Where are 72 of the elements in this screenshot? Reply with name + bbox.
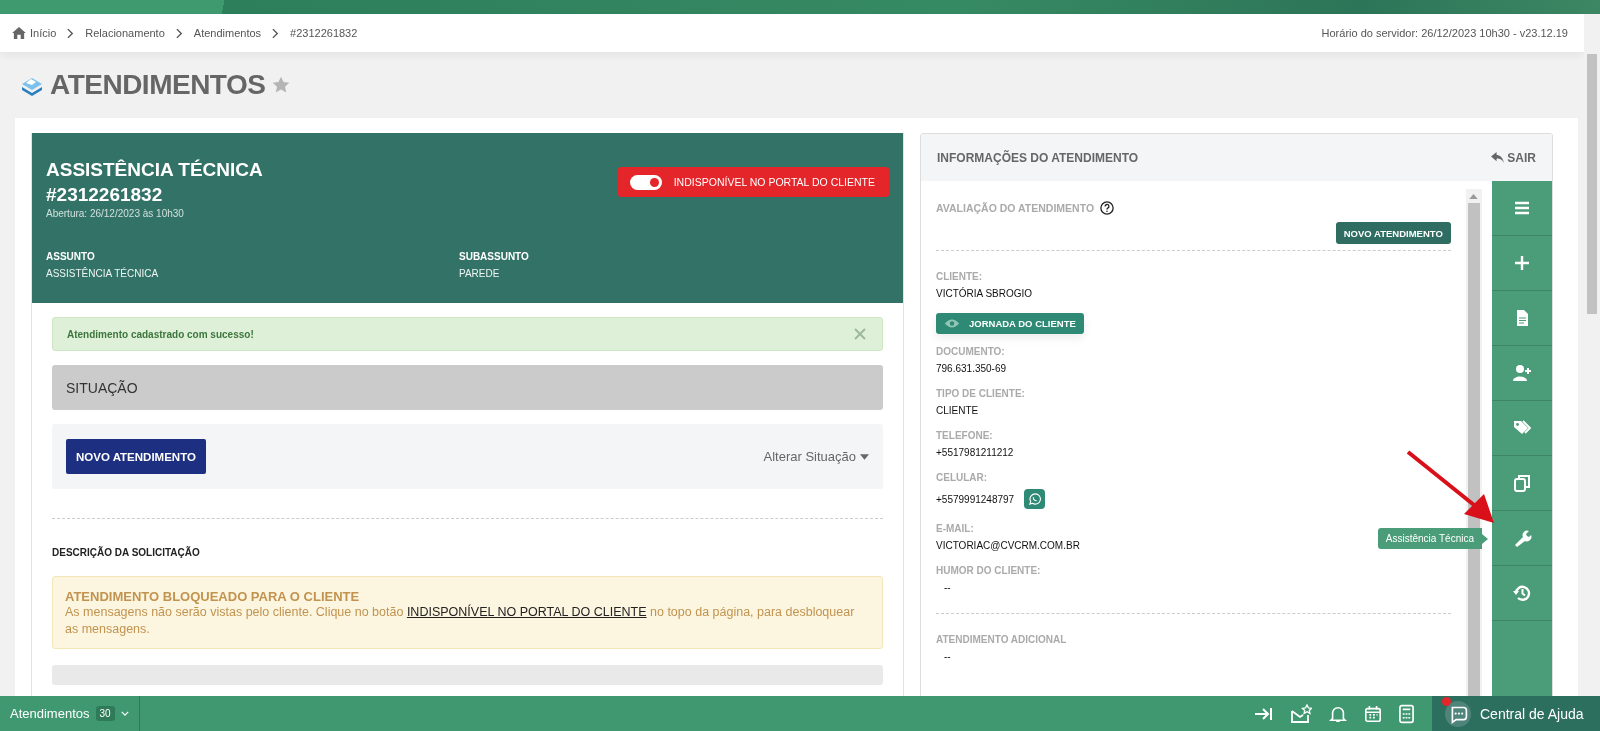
chat-bubble-icon	[1028, 493, 1041, 505]
new-ticket-button[interactable]: NOVO ATENDIMENTO	[66, 439, 206, 474]
close-icon[interactable]	[854, 328, 866, 340]
scroll-up-icon[interactable]	[1469, 194, 1479, 199]
ticket-title: ASSISTÊNCIA TÉCNICA	[46, 158, 263, 182]
success-message: Atendimento cadastrado com sucesso!	[67, 328, 254, 340]
field-label: E-MAIL:	[936, 523, 974, 534]
server-time: Horário do servidor: 26/12/2023 10h30 - v23.12.19	[1321, 27, 1568, 39]
field-label: DOCUMENTO:	[936, 346, 1005, 357]
star-icon[interactable]	[271, 75, 292, 95]
home-icon	[12, 27, 26, 39]
calculator-icon[interactable]	[1399, 703, 1414, 724]
help-center-label: Central de Ajuda	[1480, 705, 1584, 722]
field-label: CELULAR:	[936, 472, 988, 483]
warning-text: As mensagens não serão vistas pelo cliente. Clique no botão INDISPONÍVEL NO PORTAL DO CLIENTE no topo da página, para desbloquear as mensagens.	[65, 604, 856, 638]
mail-star-icon[interactable]	[1290, 703, 1312, 724]
field-label: TELEFONE:	[936, 430, 993, 441]
field-value: --	[943, 651, 951, 662]
section-title: DESCRIÇÃO DA SOLICITAÇÃO	[52, 547, 201, 558]
count-badge: 30	[95, 706, 115, 721]
ticket-number: #2312261832	[46, 183, 164, 207]
field-value: VICTÓRIA SBROGIO	[936, 288, 1033, 299]
portal-toggle-button[interactable]: INDISPONÍVEL NO PORTAL DO CLIENTE	[617, 167, 889, 197]
field-value: VICTORIAC@CVCRM.COM.BR	[936, 540, 1080, 551]
chevron-right-icon	[175, 27, 183, 39]
rating-label: AVALIAÇÃO DO ATENDIMENTO	[936, 202, 1095, 214]
breadcrumb-link[interactable]: Atendimentos	[193, 27, 262, 39]
field-value: +5579991248797	[936, 493, 1015, 505]
tooltip: Assistência Técnica	[1377, 528, 1488, 549]
chat-icon	[1444, 699, 1472, 728]
warning-title: ATENDIMENTO BLOQUEADO PARA O CLIENTE	[65, 589, 361, 604]
breadcrumb-link[interactable]: Relacionamento	[85, 27, 165, 39]
field-label: SUBASSUNTO	[459, 251, 530, 262]
page-title: ATENDIMENTOS	[50, 69, 266, 101]
history-icon[interactable]	[1511, 583, 1532, 603]
field-value: ASSISTÊNCIA TÉCNICA	[46, 268, 160, 279]
portal-link[interactable]: INDISPONÍVEL NO PORTAL DO CLIENTE	[406, 605, 647, 619]
breadcrumb-link[interactable]: Início	[12, 27, 57, 39]
field-label: HUMOR DO CLIENTE:	[936, 565, 1041, 576]
copy-icon[interactable]	[1511, 473, 1532, 493]
info-panel-title: INFORMAÇÕES DO ATENDIMENTO	[937, 150, 1139, 165]
tickets-tab[interactable]: Atendimentos 30	[0, 696, 140, 731]
breadcrumb-link[interactable]: #2312261832	[290, 27, 358, 39]
caret-down-icon	[860, 453, 869, 460]
field-label: ATENDIMENTO ADICIONAL	[936, 634, 1067, 645]
chevron-right-icon	[67, 27, 75, 39]
field-value: 796.631.350-69	[936, 363, 1007, 374]
help-icon[interactable]	[1100, 201, 1115, 215]
whatsapp-button[interactable]	[1024, 489, 1046, 509]
field-value: +5517981211212	[936, 447, 1014, 458]
exit-button[interactable]: SAIR	[1491, 150, 1536, 165]
chevron-down-icon	[120, 711, 129, 716]
eye-icon	[944, 318, 960, 329]
field-value: CLIENTE	[936, 405, 979, 416]
scrollbar-thumb[interactable]	[1587, 54, 1597, 314]
field-value: --	[943, 582, 951, 593]
help-center-button[interactable]: Central de Ajuda	[1432, 696, 1600, 731]
field-label: CLIENTE:	[936, 271, 983, 282]
field-value: PAREDE	[459, 268, 501, 279]
chevron-right-icon	[272, 27, 280, 39]
reply-icon	[1491, 152, 1505, 163]
field-label: TIPO DE CLIENTE:	[936, 388, 1025, 399]
field-label: ASSUNTO	[46, 251, 96, 262]
add-user-icon[interactable]	[1511, 363, 1532, 383]
toggle-switch[interactable]	[629, 174, 662, 190]
change-status-dropdown[interactable]: Alterar Situação	[763, 449, 869, 464]
opening-date: Abertura: 26/12/2023 às 10h30	[46, 208, 185, 219]
situation-bar: SITUAÇÃO	[52, 365, 883, 410]
tab-label: Atendimentos	[10, 706, 90, 721]
new-ticket-button[interactable]: NOVO ATENDIMENTO	[1335, 222, 1451, 244]
calendar-icon[interactable]	[1364, 703, 1382, 724]
journey-button[interactable]: JORNADA DO CLIENTE	[936, 313, 1084, 334]
